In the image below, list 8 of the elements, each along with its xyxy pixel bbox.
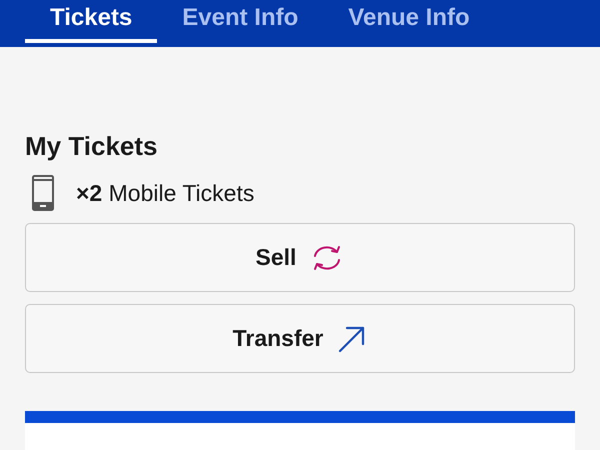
- section-title: My Tickets: [25, 131, 158, 161]
- action-button[interactable]: Sell: [25, 223, 575, 292]
- tab[interactable]: Event Info: [157, 0, 324, 43]
- tab[interactable]: Venue Info: [323, 0, 495, 43]
- action-button[interactable]: Transfer: [25, 304, 575, 373]
- tab[interactable]: Tickets: [25, 0, 158, 43]
- phone-icon: [32, 175, 54, 211]
- ticket-count: ×2 Mobile Tickets: [76, 180, 254, 206]
